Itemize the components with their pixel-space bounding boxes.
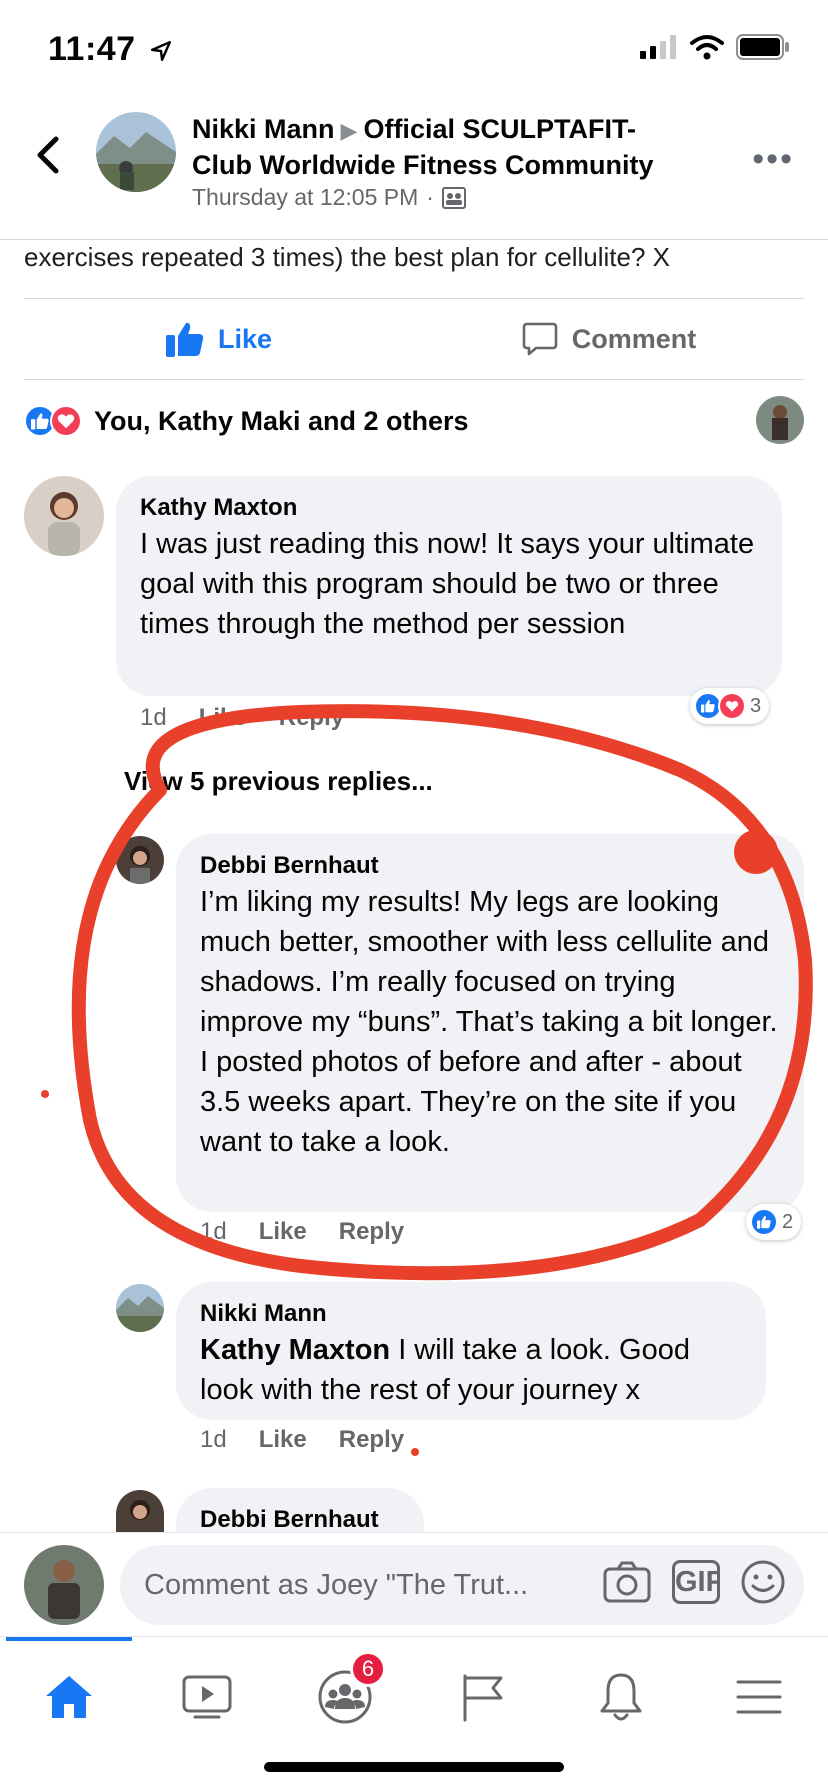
comment-author[interactable]: Kathy Maxton	[140, 492, 758, 524]
tab-menu[interactable]	[714, 1657, 804, 1737]
love-reaction-icon	[50, 405, 82, 437]
back-button[interactable]	[28, 130, 68, 180]
home-icon	[46, 1676, 92, 1718]
comment-time[interactable]: 1d	[140, 704, 167, 732]
hamburger-menu-icon	[736, 1680, 782, 1714]
gif-label: GIF	[675, 1565, 717, 1598]
comment-bubble[interactable]: Debbi Bernhaut	[176, 1488, 424, 1532]
comment-composer: Comment as Joey "The Trut... GIF	[0, 1532, 828, 1636]
more-options-button[interactable]: •••	[752, 140, 794, 179]
tab-pages[interactable]	[438, 1657, 528, 1737]
avatar-image	[24, 476, 104, 556]
seen-by-avatar[interactable]	[756, 396, 804, 444]
like-reaction-icon	[750, 1208, 778, 1236]
post-timestamp[interactable]: Thursday at 12:05 PM	[192, 184, 418, 211]
meta-separator: ·	[426, 184, 434, 210]
tab-home[interactable]	[24, 1657, 114, 1737]
post-header: Nikki Mann ▶ Official SCULPTAFIT-Club Worl…	[0, 100, 828, 240]
comment-author[interactable]: Debbi Bernhaut	[200, 850, 780, 882]
comment-actions: 1d Like Reply	[140, 704, 344, 732]
comment-bubble[interactable]: Nikki Mann Kathy Maxton I will take a lo…	[176, 1282, 766, 1420]
current-user-avatar[interactable]	[24, 1545, 104, 1625]
group-privacy-icon	[441, 186, 466, 209]
author-avatar[interactable]	[96, 112, 176, 192]
flag-icon	[463, 1674, 503, 1722]
active-tab-indicator	[6, 1637, 132, 1641]
bell-icon	[600, 1673, 642, 1721]
author-name[interactable]: Nikki Mann	[192, 114, 335, 144]
like-label: Like	[217, 323, 273, 354]
comment-text: Kathy Maxton I will take a look. Good lo…	[200, 1330, 742, 1410]
comment-reply-button[interactable]: Reply	[339, 1426, 404, 1454]
reaction-count: 3	[750, 694, 762, 717]
comment-like-button[interactable]: Like	[199, 704, 247, 732]
avatar-image	[116, 1284, 164, 1332]
video-icon	[182, 1675, 232, 1719]
avatar-image	[116, 836, 164, 884]
post-action-bar: Like Comment	[24, 298, 804, 380]
post-meta: Thursday at 12:05 PM ·	[192, 184, 466, 211]
badge-count: 6	[361, 1656, 375, 1681]
status-bar: 11:47	[0, 0, 828, 100]
view-previous-replies[interactable]: View 5 previous replies...	[124, 766, 433, 797]
comment-author[interactable]: Nikki Mann	[200, 1298, 742, 1330]
post-body: exercises repeated 3 times) the best pla…	[24, 242, 671, 272]
post-title[interactable]: Nikki Mann ▶ Official SCULPTAFIT-Club Worl…	[192, 112, 692, 182]
reaction-icons	[24, 405, 82, 437]
commenter-avatar[interactable]	[116, 1284, 164, 1332]
groups-notification-badge: 6	[350, 1651, 386, 1687]
avatar-image	[116, 1490, 164, 1532]
comment-icon	[522, 322, 558, 356]
comment-bubble[interactable]: Kathy Maxton I was just reading this now…	[116, 476, 782, 696]
comment-actions: 1d Like Reply	[200, 1218, 404, 1246]
comment-bubble[interactable]: Debbi Bernhaut I’m liking my results! My…	[176, 834, 804, 1212]
tab-watch[interactable]	[162, 1657, 252, 1737]
comment-time[interactable]: 1d	[200, 1218, 227, 1246]
cellular-signal-icon	[640, 35, 676, 59]
arrow-right-icon: ▶	[340, 118, 358, 143]
status-time: 11:47	[48, 30, 172, 69]
comment-like-button[interactable]: Like	[259, 1426, 307, 1454]
tab-groups[interactable]: 6	[300, 1651, 390, 1737]
thumbs-up-icon	[165, 322, 204, 357]
comment-input[interactable]: Comment as Joey "The Trut... GIF	[120, 1545, 804, 1625]
comment-text: I was just reading this now! It says you…	[140, 528, 755, 640]
avatar-image	[24, 1545, 104, 1625]
reaction-count: 2	[782, 1210, 794, 1233]
comment-reply-button[interactable]: Reply	[279, 704, 344, 732]
comment-author[interactable]: Debbi Bernhaut	[200, 1504, 400, 1532]
comment-label: Comment	[571, 323, 697, 354]
battery-icon	[736, 34, 789, 60]
comment-time[interactable]: 1d	[200, 1426, 227, 1454]
tab-notifications[interactable]	[576, 1657, 666, 1737]
like-button[interactable]: Like	[24, 299, 414, 379]
emoji-icon[interactable]	[740, 1559, 786, 1605]
gif-button[interactable]: GIF	[672, 1560, 720, 1604]
comment-actions: 1d Like Reply	[200, 1426, 404, 1454]
wifi-icon	[690, 35, 724, 60]
reactions-summary[interactable]: You, Kathy Maki and 2 others	[24, 396, 804, 446]
composer-tools: GIF	[602, 1559, 786, 1605]
avatar-image	[96, 112, 176, 192]
commenter-avatar[interactable]	[116, 1490, 164, 1532]
reactions-text[interactable]: You, Kathy Maki and 2 others	[94, 406, 469, 437]
commenter-avatar[interactable]	[116, 836, 164, 884]
avatar-image	[756, 396, 804, 444]
comment-text: I’m liking my results! My legs are looki…	[200, 886, 778, 1158]
comment-placeholder: Comment as Joey "The Trut...	[144, 1568, 529, 1601]
comment-like-button[interactable]: Like	[259, 1218, 307, 1246]
comment-button[interactable]: Comment	[414, 299, 804, 379]
clock-text: 11:47	[48, 30, 136, 68]
home-indicator[interactable]	[264, 1762, 564, 1772]
mention-tag[interactable]: Kathy Maxton	[200, 1334, 390, 1366]
commenter-avatar[interactable]	[24, 476, 104, 556]
comment-reactions[interactable]: 2	[746, 1204, 802, 1240]
love-reaction-icon	[718, 692, 746, 720]
comment-reactions[interactable]: 3	[690, 688, 770, 724]
camera-icon[interactable]	[602, 1560, 652, 1604]
comment-reply-button[interactable]: Reply	[339, 1218, 404, 1246]
status-icons	[640, 34, 790, 60]
chevron-left-icon	[37, 136, 59, 174]
location-arrow-icon	[150, 41, 171, 62]
